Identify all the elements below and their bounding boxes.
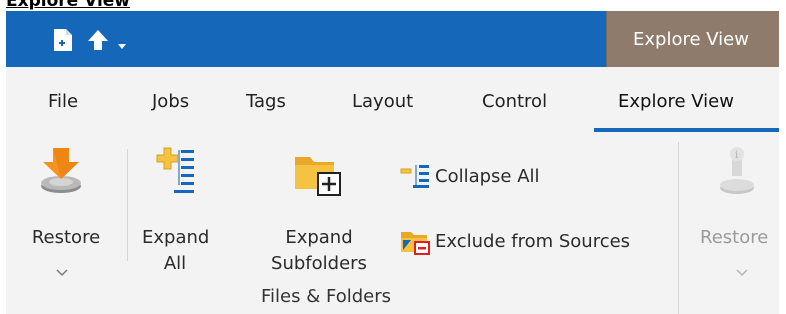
customize-dropdown-icon[interactable]: [117, 36, 127, 49]
restore-button[interactable]: Restore: [6, 142, 126, 277]
restore-icon: [39, 146, 83, 194]
chevron-down-icon[interactable]: [56, 260, 68, 277]
expand-subfolders-label-line1: Expand: [285, 227, 353, 248]
expand-subfolders-label-line2: Subfolders: [271, 253, 367, 274]
restore-version-icon: i: [718, 146, 756, 196]
folder-expand-icon: [294, 151, 342, 197]
collapse-all-button[interactable]: Collapse All: [399, 163, 540, 189]
ribbon: File Jobs Tags Layout Control Explore Vi…: [6, 67, 779, 314]
group-separator: [127, 149, 128, 261]
new-document-icon[interactable]: [53, 28, 73, 52]
exclude-folder-icon: [399, 228, 431, 255]
group-label-files-folders: Files & Folders: [261, 286, 391, 307]
expand-all-icon: [156, 146, 196, 194]
tab-layout[interactable]: Layout: [352, 91, 413, 112]
restore-version-button[interactable]: i Restore: [688, 142, 786, 277]
active-tab-indicator: [594, 128, 779, 132]
group-separator: [678, 142, 679, 314]
title-bar: Explore View: [6, 11, 779, 67]
exclude-from-sources-button[interactable]: Exclude from Sources: [399, 228, 631, 255]
expand-all-button[interactable]: Expand All: [142, 142, 210, 274]
ribbon-tabs: File Jobs Tags Layout Control Explore Vi…: [6, 67, 779, 134]
exclude-from-sources-label: Exclude from Sources: [435, 230, 631, 252]
context-tab-label: Explore View: [633, 28, 749, 50]
collapse-all-label: Collapse All: [435, 165, 540, 187]
collapse-all-icon: [399, 163, 431, 189]
upload-arrow-icon[interactable]: [87, 29, 109, 51]
tab-tags[interactable]: Tags: [246, 91, 286, 112]
restore-label: Restore: [31, 227, 101, 248]
chevron-down-icon[interactable]: [736, 260, 748, 277]
svg-text:i: i: [735, 150, 738, 161]
context-tab-explore-view[interactable]: Explore View: [606, 11, 779, 67]
tab-explore-view[interactable]: Explore View: [618, 91, 734, 112]
quick-access-toolbar: [53, 28, 127, 52]
tab-jobs[interactable]: Jobs: [152, 91, 189, 112]
restore-version-label: Restore: [700, 227, 769, 248]
tab-file[interactable]: File: [48, 91, 78, 112]
expand-subfolders-button[interactable]: Expand Subfolders: [252, 142, 386, 274]
expand-all-label-line1: Expand: [142, 227, 210, 248]
tab-control[interactable]: Control: [482, 91, 547, 112]
expand-all-label-line2: All: [163, 253, 187, 274]
document-caption: Explore View: [6, 0, 131, 11]
